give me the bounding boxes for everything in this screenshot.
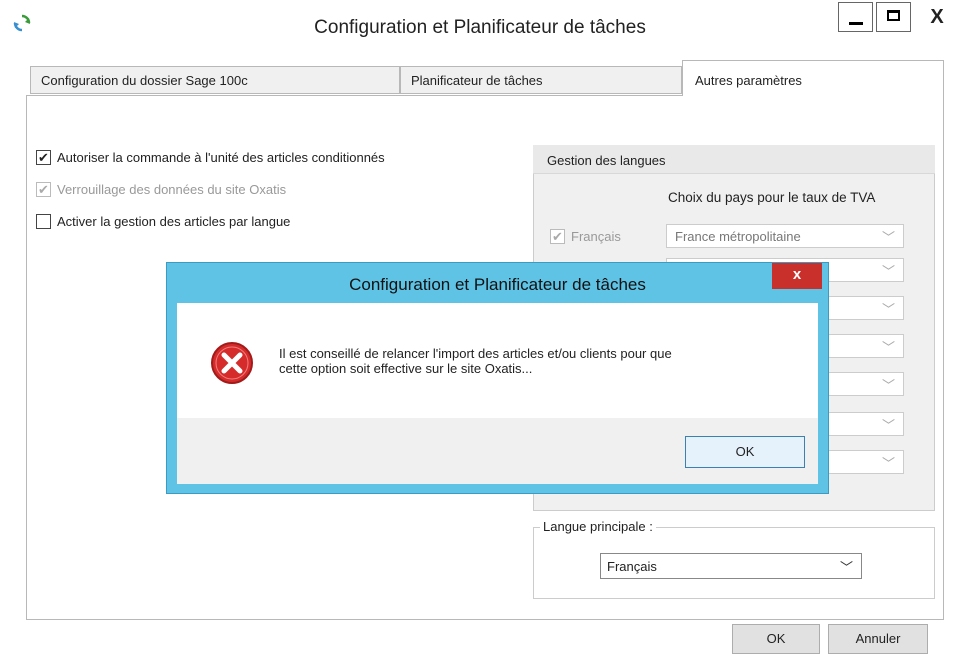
tab-autres-parametres[interactable]: Autres paramètres [682, 60, 944, 96]
language-label: Français [571, 229, 621, 244]
minimize-icon [849, 22, 863, 25]
country-select-value: France métropolitaine [675, 229, 801, 244]
tab-configuration-dossier[interactable]: Configuration du dossier Sage 100c [30, 66, 400, 94]
langues-group-title: Gestion des langues [533, 145, 935, 174]
chevron-down-icon: ﹀ [839, 560, 853, 575]
window-title: Configuration et Planificateur de tâches [314, 17, 646, 38]
checkbox-label: Activer la gestion des articles par lang… [57, 214, 291, 229]
maximize-button[interactable] [876, 2, 911, 32]
tab-label: Configuration du dossier Sage 100c [41, 73, 248, 88]
dialog-message: Il est conseillé de relancer l'import de… [279, 346, 789, 376]
ok-button[interactable]: OK [732, 624, 820, 654]
error-icon [211, 342, 253, 384]
langue-principale-select[interactable]: Français ﹀ [600, 553, 862, 579]
minimize-button[interactable] [838, 2, 873, 32]
chevron-down-icon: ﹀ [881, 340, 895, 355]
chevron-down-icon: ﹀ [881, 264, 895, 279]
chevron-down-icon: ﹀ [881, 418, 895, 433]
checkbox-box: ✔ [550, 229, 565, 244]
tab-planificateur[interactable]: Planificateur de tâches [400, 66, 682, 94]
chevron-down-icon: ﹀ [881, 230, 895, 245]
checkbox-label: Autoriser la commande à l'unité des arti… [57, 150, 385, 165]
dialog-close-button[interactable]: x [772, 263, 822, 289]
dialog-ok-button[interactable]: OK [685, 436, 805, 468]
tva-column-header: Choix du pays pour le taux de TVA [668, 190, 876, 205]
checkbox-label: Verrouillage des données du site Oxatis [57, 182, 287, 197]
maximize-icon [887, 10, 900, 21]
chevron-down-icon: ﹀ [881, 378, 895, 393]
tab-label: Planificateur de tâches [411, 73, 543, 88]
cancel-button[interactable]: Annuler [828, 624, 928, 654]
tab-label: Autres paramètres [695, 73, 802, 88]
chevron-down-icon: ﹀ [881, 302, 895, 317]
dialog-message-line: Il est conseillé de relancer l'import de… [279, 346, 672, 361]
chevron-down-icon: ﹀ [881, 456, 895, 471]
dialog-title: Configuration et Planificateur de tâches [349, 275, 646, 294]
langue-principale-label: Langue principale : [540, 519, 656, 534]
langue-principale-value: Français [607, 559, 657, 574]
country-select[interactable]: France métropolitaine ﹀ [666, 224, 904, 248]
close-button[interactable]: X [914, 2, 960, 32]
checkbox-box[interactable] [36, 214, 51, 229]
checkbox-box[interactable]: ✔ [36, 150, 51, 165]
dialog-message-line: cette option soit effective sur le site … [279, 361, 533, 376]
checkbox-box: ✔ [36, 182, 51, 197]
